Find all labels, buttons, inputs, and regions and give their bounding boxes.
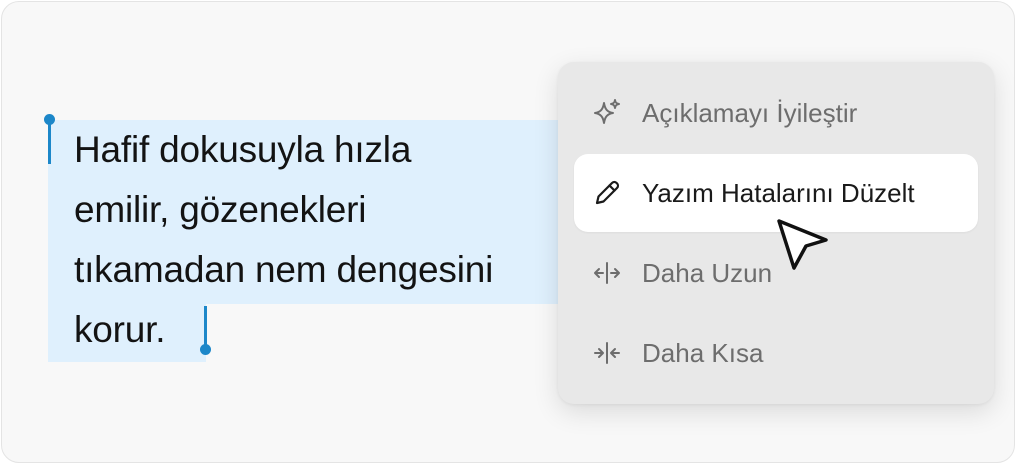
menu-item-label: Daha Uzun xyxy=(642,257,773,288)
text-line: korur. xyxy=(74,309,166,350)
menu-item-improve-description[interactable]: Açıklamayı İyileştir xyxy=(574,74,978,152)
selection-end-handle-knob[interactable] xyxy=(200,344,211,355)
menu-item-label: Açıklamayı İyileştir xyxy=(642,97,858,128)
selection-end-handle[interactable] xyxy=(204,306,207,348)
selection-start-handle[interactable] xyxy=(48,122,51,164)
menu-item-label: Yazım Hatalarını Düzelt xyxy=(642,177,915,208)
text-line: emilir, gözenekleri xyxy=(74,189,367,230)
canvas-frame: Hafif dokusuyla hızla emilir, gözenekler… xyxy=(1,1,1015,463)
expand-horizontal-icon xyxy=(590,256,624,290)
menu-item-make-shorter[interactable]: Daha Kısa xyxy=(574,314,978,392)
pencil-icon xyxy=(590,176,624,210)
text-line: tıkamadan nem dengesini xyxy=(74,249,494,290)
menu-item-label: Daha Kısa xyxy=(642,337,764,368)
selected-text[interactable]: Hafif dokusuyla hızla emilir, gözenekler… xyxy=(74,120,564,360)
text-line: Hafif dokusuyla hızla xyxy=(74,129,412,170)
sparkles-icon xyxy=(590,96,624,130)
selection-start-handle-knob[interactable] xyxy=(44,114,55,125)
mouse-pointer-icon xyxy=(774,216,834,276)
collapse-horizontal-icon xyxy=(590,336,624,370)
